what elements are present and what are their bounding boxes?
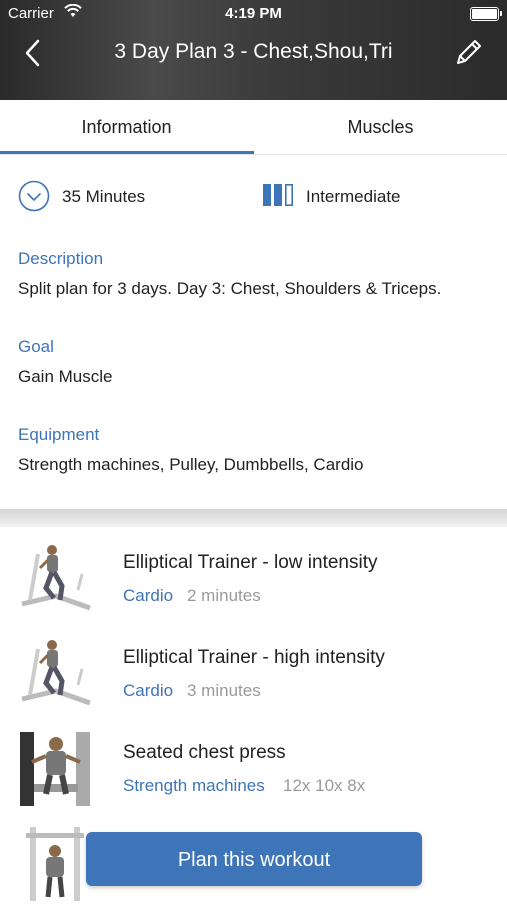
equipment-text: Strength machines, Pulley, Dumbbells, Ca…: [18, 455, 364, 474]
section-divider: [0, 509, 507, 527]
tab-information[interactable]: Information: [0, 100, 253, 154]
level-bars-icon: [262, 183, 296, 207]
exercise-category: Cardio: [123, 586, 174, 605]
duration-text: 35 Minutes: [62, 187, 146, 206]
description-text: Split plan for 3 days. Day 3: Chest, Sho…: [18, 279, 442, 298]
goal-title: Goal: [18, 337, 54, 356]
header: Carrier 4:19 PM 3 Day Plan 3 - Chest,Sho…: [0, 0, 507, 100]
exercise-detail: 2 minutes: [187, 586, 261, 605]
battery-tip: [500, 11, 502, 16]
description-title: Description: [18, 249, 104, 268]
back-arrow-icon[interactable]: [20, 38, 50, 68]
status-bar: Carrier 4:19 PM: [0, 0, 507, 28]
exercise-thumbnail: [16, 538, 96, 618]
exercise-row[interactable]: Elliptical Trainer - high intensity Card…: [0, 627, 507, 719]
exercise-category: Strength machines: [123, 776, 265, 795]
status-time: 4:19 PM: [225, 5, 282, 22]
exercise-thumbnail: [16, 633, 96, 713]
page-title: 3 Day Plan 3 - Chest,Shou,Tri: [114, 40, 393, 63]
equipment-title: Equipment: [18, 425, 100, 444]
exercise-name: Seated chest press: [123, 742, 286, 763]
plan-workout-button[interactable]: Plan this workout: [86, 832, 422, 886]
exercise-detail: 3 minutes: [187, 681, 261, 700]
tab-muscles[interactable]: Muscles: [254, 100, 507, 154]
tab-bar: Information Muscles: [0, 100, 507, 155]
active-tab-indicator: [0, 151, 254, 154]
pencil-icon[interactable]: [453, 36, 485, 68]
battery-icon: [470, 7, 499, 21]
exercise-category: Cardio: [123, 681, 174, 700]
exercise-thumbnail: [16, 823, 96, 903]
chevron-circle-icon: [18, 180, 50, 212]
exercise-name: Elliptical Trainer - low intensity: [123, 552, 378, 573]
exercise-detail: 12x 10x 8x: [283, 776, 366, 795]
exercise-row[interactable]: Seated chest press Strength machines 12x…: [0, 722, 507, 814]
exercise-name: Elliptical Trainer - high intensity: [123, 647, 385, 668]
exercise-thumbnail: [16, 728, 96, 808]
level-text: Intermediate: [306, 187, 401, 206]
exercise-row[interactable]: Elliptical Trainer - low intensity Cardi…: [0, 532, 507, 624]
goal-text: Gain Muscle: [18, 367, 113, 386]
workout-meta: 35 Minutes Intermediate: [0, 178, 507, 218]
